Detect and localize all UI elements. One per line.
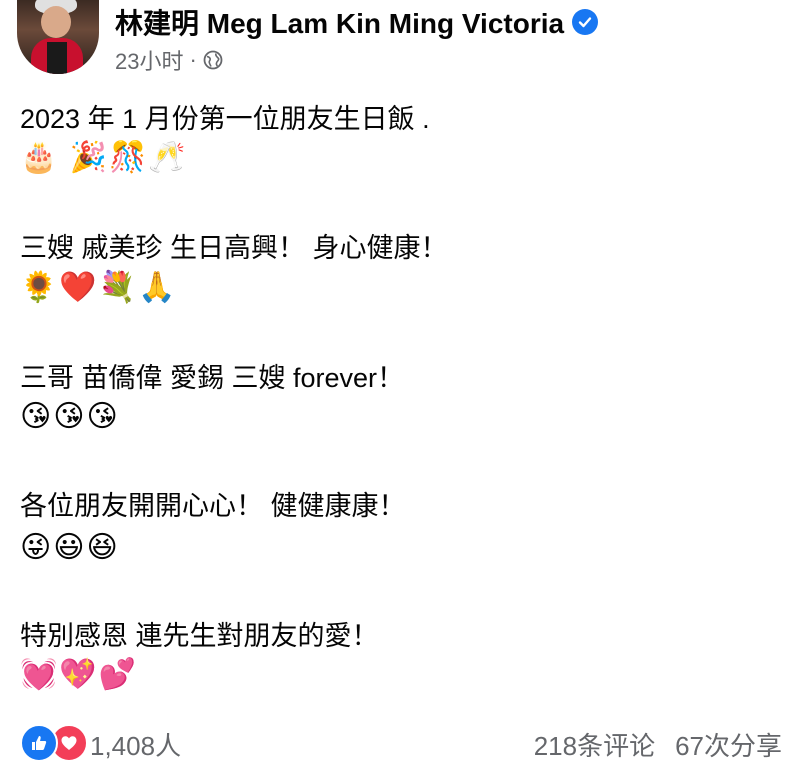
post-footer: 1,408人 218条评论 67次分享 (0, 720, 800, 766)
avatar-face (41, 6, 71, 38)
post-text-line: 2023 年 1 月份第一位朋友生日飯 . (20, 104, 430, 134)
emoji-line: 😘😘😘 (20, 400, 120, 433)
emoji-line: 🎂 🎉🎊🥂 (20, 141, 188, 174)
post-text-line: 三哥 苗僑偉 愛錫 三嫂 forever！ (20, 363, 405, 393)
post-meta: 23小时 · (115, 45, 223, 75)
engagement-stats: 218条评论 67次分享 (534, 726, 782, 763)
post-text-line: 各位朋友開開心心！ 健健康康！ (20, 491, 406, 521)
author-header: 林建明 Meg Lam Kin Ming Victoria (115, 2, 599, 42)
reaction-icons[interactable] (20, 724, 88, 762)
post-text-line: 特別感恩 連先生對朋友的愛！ (20, 621, 379, 651)
shares-count[interactable]: 67次分享 (675, 726, 782, 763)
post-timestamp[interactable]: 23小时 (115, 44, 183, 76)
avatar-apron (47, 42, 67, 74)
reactions-count[interactable]: 1,408人 (90, 726, 181, 763)
comments-count[interactable]: 218条评论 (534, 726, 655, 763)
globe-icon[interactable] (203, 50, 223, 70)
like-icon (20, 724, 58, 762)
post-text-line: 三嫂 戚美珍 生日高興！ 身心健康！ (20, 233, 448, 263)
emoji-line: 💓💖💕 (20, 658, 139, 691)
emoji-line: 😜😃😆 (20, 531, 120, 564)
verified-badge-icon (572, 9, 599, 35)
meta-separator: · (189, 47, 197, 72)
facebook-post: 林建明 Meg Lam Kin Ming Victoria 23小时 · 202… (0, 0, 800, 766)
emoji-line: 🌻❤️💐🙏 (20, 271, 178, 304)
author-avatar[interactable] (17, 0, 99, 74)
author-name[interactable]: 林建明 Meg Lam Kin Ming Victoria (115, 2, 564, 42)
